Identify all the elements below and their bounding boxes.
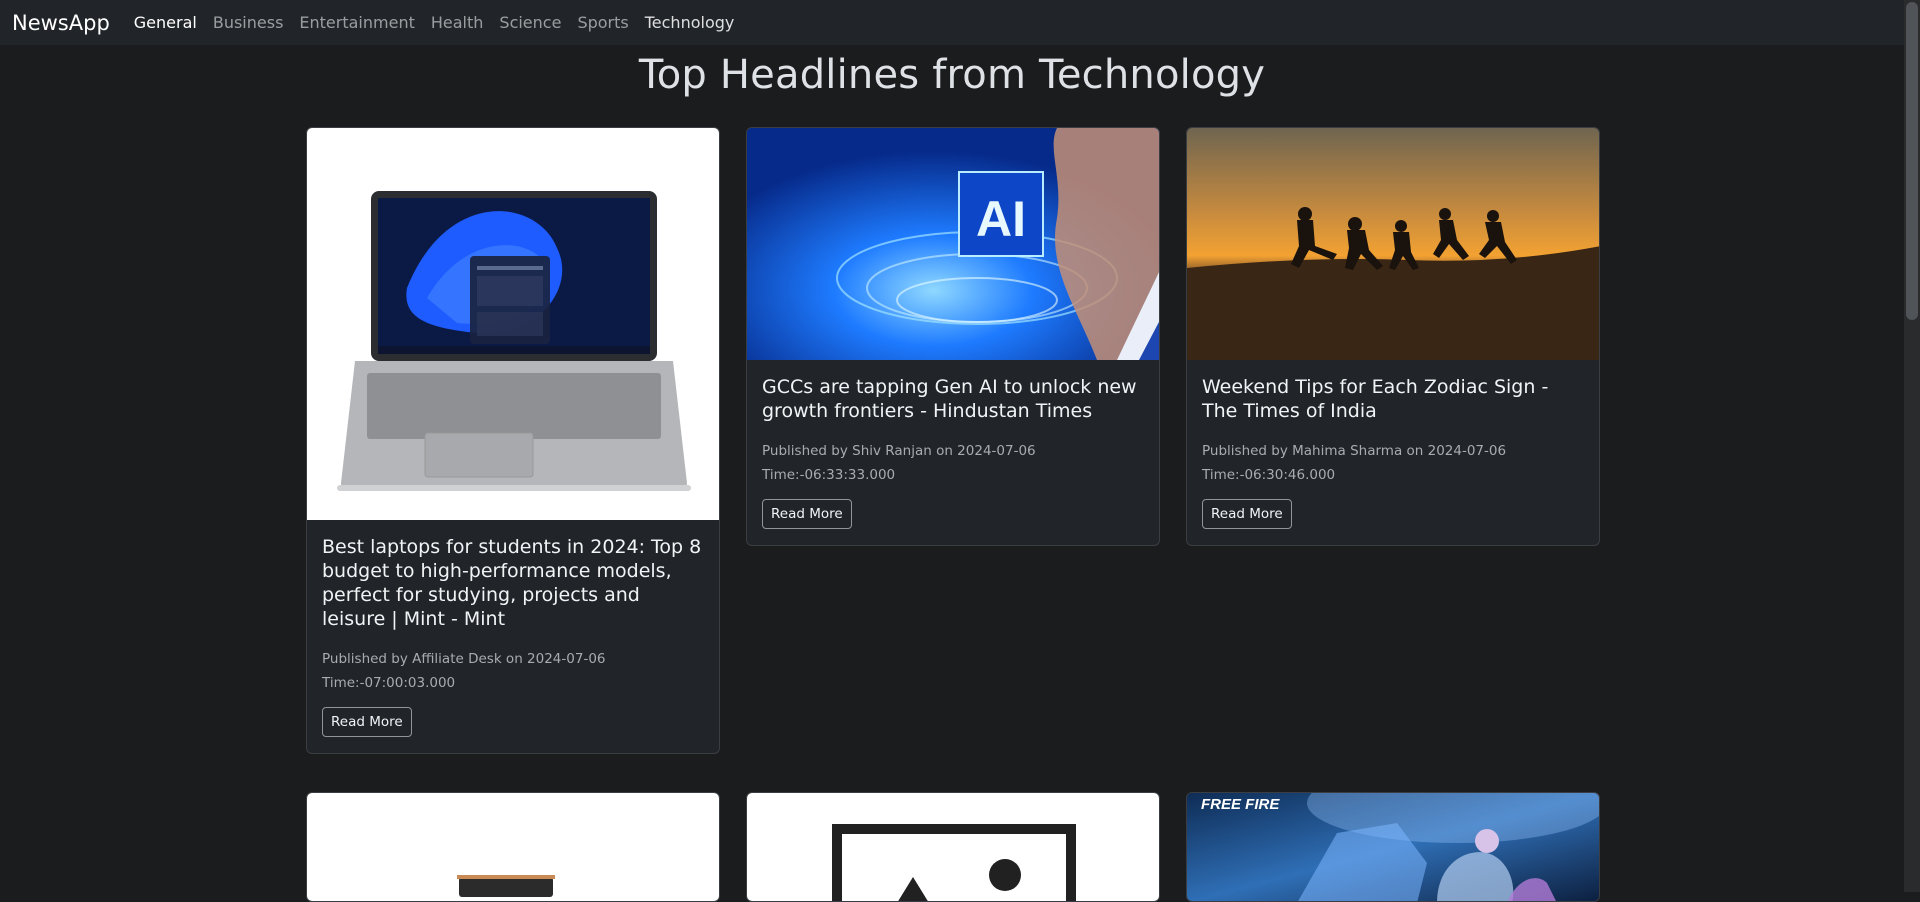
- nav-link-entertainment[interactable]: Entertainment: [299, 13, 414, 32]
- news-card: FREE FIRE: [1186, 792, 1600, 902]
- card-meta-author: Published by Mahima Sharma on 2024-07-06: [1202, 443, 1507, 459]
- news-card: [306, 792, 720, 902]
- ai-image: AI: [747, 128, 1159, 360]
- scrollbar-thumb[interactable]: [1906, 2, 1918, 320]
- page-title: Top Headlines from Technology: [638, 52, 1266, 98]
- read-more-button[interactable]: Read More: [762, 499, 852, 529]
- read-more-button[interactable]: Read More: [1202, 499, 1292, 529]
- nav-link-sports[interactable]: Sports: [577, 13, 628, 32]
- placeholder-image: [747, 793, 1159, 901]
- read-more-button[interactable]: Read More: [322, 707, 412, 737]
- free-fire-image: FREE FIRE: [1187, 793, 1599, 901]
- nav-link-technology[interactable]: Technology: [645, 13, 735, 32]
- navbar: NewsApp General Business Entertainment H…: [0, 0, 1904, 45]
- news-card: AI GCCs are tapping Gen AI to unlock new…: [746, 127, 1160, 546]
- card-title[interactable]: GCCs are tapping Gen AI to unlock new gr…: [762, 375, 1143, 423]
- laptop-image: [307, 128, 719, 520]
- news-card: Best laptops for students in 2024: Top 8…: [306, 127, 720, 754]
- scrollbar[interactable]: [1904, 0, 1920, 892]
- news-card: [746, 792, 1160, 902]
- news-card: Weekend Tips for Each Zodiac Sign - The …: [1186, 127, 1600, 546]
- nav-link-health[interactable]: Health: [431, 13, 484, 32]
- card-title[interactable]: Weekend Tips for Each Zodiac Sign - The …: [1202, 375, 1583, 423]
- card-meta-time: Time:-06:30:46.000: [1202, 467, 1336, 483]
- ai-text: AI: [976, 191, 1026, 247]
- laptop-partial-image: [307, 793, 719, 901]
- nav-link-general[interactable]: General: [134, 13, 197, 32]
- card-title[interactable]: Best laptops for students in 2024: Top 8…: [322, 535, 703, 631]
- card-meta-author: Published by Shiv Ranjan on 2024-07-06 T…: [762, 443, 1036, 483]
- nav-link-business[interactable]: Business: [213, 13, 284, 32]
- nav-link-science[interactable]: Science: [499, 13, 561, 32]
- free-fire-logo-text: FREE FIRE: [1201, 796, 1280, 813]
- card-meta-time: Time:-07:00:03.000: [322, 675, 456, 691]
- sunset-silhouettes-image: [1187, 128, 1599, 360]
- brand-logo[interactable]: NewsApp: [12, 11, 110, 35]
- card-meta-author: Published by Affiliate Desk on 2024-07-0…: [322, 651, 606, 667]
